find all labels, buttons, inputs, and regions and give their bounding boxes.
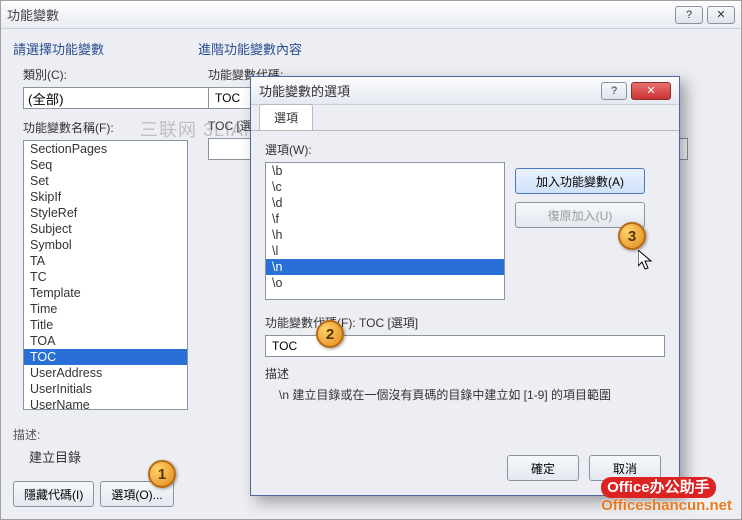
category-label: 類別(C): [23, 66, 188, 83]
help-button[interactable]: ? [675, 6, 703, 24]
list-item[interactable]: SectionPages [24, 141, 187, 157]
list-item[interactable]: \l [266, 243, 504, 259]
list-item[interactable]: Title [24, 317, 187, 333]
field-names-listbox[interactable]: SectionPagesSeqSetSkipIfStyleRefSubjectS… [23, 140, 188, 410]
restore-add-button[interactable]: 復原加入(U) [515, 202, 645, 228]
tab-options[interactable]: 選項 [259, 104, 313, 130]
options-listbox[interactable]: \b\c\d\f\h\l\n\o [265, 162, 505, 300]
inner-desc-text: \n 建立目錄或在一個沒有頁碼的目錄中建立如 [1-9] 的項目範圍 [265, 382, 665, 403]
close-button[interactable]: ✕ [707, 6, 735, 24]
list-item[interactable]: Symbol [24, 237, 187, 253]
inner-titlebar: 功能變數的選項 ? ✕ [251, 77, 679, 105]
inner-code-label: 功能變數代碼(F): TOC [選項] [265, 314, 665, 331]
list-item[interactable]: \h [266, 227, 504, 243]
inner-dialog-title: 功能變數的選項 [259, 81, 601, 100]
list-item[interactable]: SkipIf [24, 189, 187, 205]
add-field-button[interactable]: 加入功能變數(A) [515, 168, 645, 194]
dialog-title: 功能變數 [7, 5, 675, 24]
inner-close-button[interactable]: ✕ [631, 82, 671, 100]
list-item[interactable]: TC [24, 269, 187, 285]
field-names-label: 功能變數名稱(F): [23, 119, 188, 136]
list-item[interactable]: TOA [24, 333, 187, 349]
select-field-header: 請選擇功能變數 [13, 39, 188, 58]
list-item[interactable]: \d [266, 195, 504, 211]
list-item[interactable]: \n [266, 259, 504, 275]
list-item[interactable]: \b [266, 163, 504, 179]
list-item[interactable]: \o [266, 275, 504, 291]
options-button[interactable]: 選項(O)... [100, 481, 173, 507]
options-label: 選項(W): [265, 141, 665, 158]
list-item[interactable]: Template [24, 285, 187, 301]
inner-code-input[interactable] [265, 335, 665, 357]
inner-desc-label: 描述 [265, 365, 665, 382]
category-dropdown[interactable] [23, 87, 188, 109]
logo-orange: Officeshancun.net [601, 497, 732, 514]
list-item[interactable]: Time [24, 301, 187, 317]
field-options-dialog: 功能變數的選項 ? ✕ 選項 選項(W): \b\c\d\f\h\l\n\o 加… [250, 76, 680, 496]
list-item[interactable]: UserAddress [24, 365, 187, 381]
list-item[interactable]: StyleRef [24, 205, 187, 221]
inner-help-button[interactable]: ? [601, 82, 627, 100]
list-item[interactable]: \f [266, 211, 504, 227]
ok-button[interactable]: 確定 [507, 455, 579, 481]
tabstrip: 選項 [251, 105, 679, 131]
category-input[interactable] [23, 87, 209, 109]
dialog-titlebar: 功能變數 ? ✕ [1, 1, 741, 29]
logo-red: Office办公助手 [601, 477, 716, 498]
list-item[interactable]: UserInitials [24, 381, 187, 397]
list-item[interactable]: UserName [24, 397, 187, 410]
list-item[interactable]: \c [266, 179, 504, 195]
list-item[interactable]: TA [24, 253, 187, 269]
footer-logo: Office办公助手 Officeshancun.net [601, 476, 732, 514]
hide-code-button[interactable]: 隱藏代碼(I) [13, 481, 94, 507]
list-item[interactable]: Seq [24, 157, 187, 173]
field-code-input[interactable] [208, 87, 254, 109]
list-item[interactable]: Set [24, 173, 187, 189]
list-item[interactable]: TOC [24, 349, 187, 365]
advanced-header: 進階功能變數內容 [198, 39, 729, 58]
list-item[interactable]: Subject [24, 221, 187, 237]
